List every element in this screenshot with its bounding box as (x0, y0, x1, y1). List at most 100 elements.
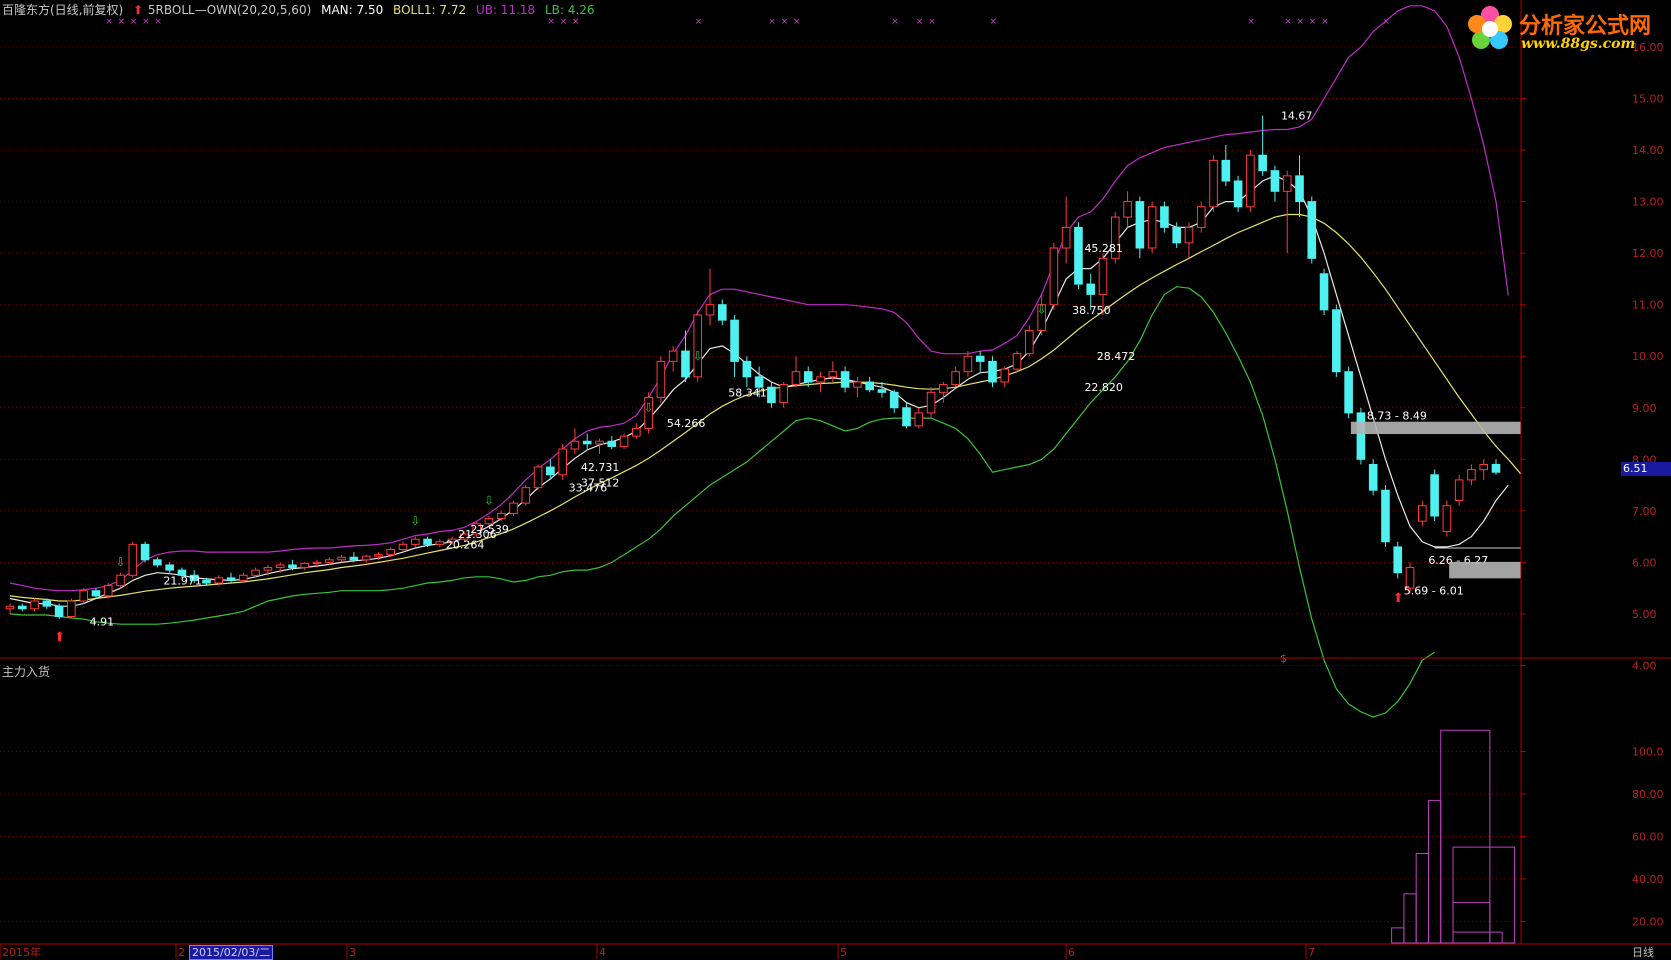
candle[interactable] (816, 376, 825, 383)
candle[interactable] (767, 386, 776, 404)
candle[interactable] (865, 381, 874, 391)
candle[interactable] (1282, 175, 1292, 192)
candle[interactable] (1454, 479, 1464, 502)
candle[interactable] (730, 319, 739, 362)
candle[interactable] (1160, 206, 1169, 228)
candle[interactable] (1123, 201, 1132, 218)
candle[interactable] (275, 564, 285, 569)
candle[interactable] (312, 561, 322, 565)
candle[interactable] (361, 555, 371, 561)
candle[interactable] (988, 360, 997, 383)
candle[interactable] (1086, 283, 1096, 295)
candle[interactable] (1393, 546, 1403, 574)
candle[interactable] (570, 440, 580, 450)
candle[interactable] (5, 605, 15, 610)
candle[interactable] (742, 360, 752, 378)
candle[interactable] (1135, 201, 1145, 249)
candle[interactable] (17, 605, 27, 610)
candle[interactable] (1196, 206, 1206, 228)
candle[interactable] (1233, 180, 1243, 208)
candle[interactable] (1184, 226, 1194, 244)
candle[interactable] (533, 466, 543, 489)
candle[interactable] (1000, 368, 1010, 383)
candle[interactable] (324, 559, 334, 563)
candle[interactable] (1430, 474, 1439, 517)
candle[interactable] (1356, 412, 1366, 460)
candle[interactable] (263, 567, 273, 571)
candle[interactable] (791, 371, 801, 386)
candle[interactable] (926, 391, 936, 414)
candle[interactable] (975, 355, 985, 362)
candle[interactable] (165, 564, 174, 571)
candle[interactable] (877, 389, 887, 393)
candle[interactable] (914, 412, 924, 427)
candle[interactable] (1258, 154, 1267, 172)
candle[interactable] (668, 350, 678, 362)
candle[interactable] (226, 577, 236, 581)
candle[interactable] (1491, 463, 1501, 473)
candle[interactable] (779, 384, 789, 404)
candle[interactable] (1332, 309, 1341, 373)
candle[interactable] (288, 564, 297, 569)
candle[interactable] (496, 512, 506, 520)
candle[interactable] (1209, 159, 1218, 208)
candle[interactable] (1467, 469, 1476, 481)
candle[interactable] (435, 541, 445, 545)
candle[interactable] (607, 440, 617, 447)
kline-chart[interactable]: 4.9121.97120.26421.30627.53933.47642.731… (0, 0, 1671, 959)
candle[interactable] (214, 577, 224, 584)
candle[interactable] (251, 569, 260, 576)
candle[interactable] (521, 487, 531, 504)
candle[interactable] (1025, 329, 1034, 355)
candle[interactable] (705, 304, 715, 316)
candle[interactable] (546, 466, 555, 476)
candle[interactable] (1270, 170, 1280, 192)
candle[interactable] (963, 355, 973, 373)
candle[interactable] (423, 538, 432, 545)
candle[interactable] (202, 579, 211, 584)
candle[interactable] (374, 554, 383, 557)
candle[interactable] (1307, 201, 1317, 259)
candle[interactable] (300, 562, 310, 569)
candle[interactable] (1246, 154, 1255, 208)
candle[interactable] (349, 556, 359, 561)
candle[interactable] (1479, 463, 1489, 471)
candle[interactable] (386, 549, 396, 556)
candle[interactable] (509, 502, 518, 514)
candle[interactable] (54, 605, 64, 618)
candle[interactable] (693, 314, 703, 378)
candle[interactable] (582, 440, 592, 445)
candle[interactable] (1319, 273, 1329, 311)
candle[interactable] (1295, 175, 1304, 203)
candle[interactable] (1418, 505, 1427, 522)
candle[interactable] (803, 371, 813, 383)
candle[interactable] (939, 384, 948, 393)
candle[interactable] (558, 448, 567, 476)
candle[interactable] (717, 304, 727, 321)
candle[interactable] (153, 559, 162, 566)
candle[interactable] (140, 543, 150, 561)
candle[interactable] (1061, 226, 1071, 249)
candle[interactable] (337, 556, 346, 561)
candle[interactable] (656, 360, 666, 398)
candle[interactable] (1012, 353, 1022, 370)
candle[interactable] (632, 427, 641, 437)
candle[interactable] (853, 381, 862, 388)
candle[interactable] (1344, 371, 1353, 414)
candle[interactable] (410, 538, 420, 545)
candle[interactable] (1147, 206, 1157, 249)
candle[interactable] (619, 435, 629, 447)
selected-date[interactable]: 2015/02/03/二 (189, 945, 274, 960)
candle[interactable] (1381, 489, 1390, 543)
candle[interactable] (840, 371, 850, 388)
candle[interactable] (902, 407, 911, 427)
candle[interactable] (42, 600, 52, 607)
candle[interactable] (128, 543, 138, 576)
candle[interactable] (1074, 226, 1083, 285)
candle[interactable] (1172, 226, 1182, 244)
candle[interactable] (67, 600, 76, 617)
candle[interactable] (828, 371, 838, 378)
candle[interactable] (595, 440, 604, 445)
candle[interactable] (1442, 505, 1452, 532)
candle[interactable] (951, 371, 960, 386)
